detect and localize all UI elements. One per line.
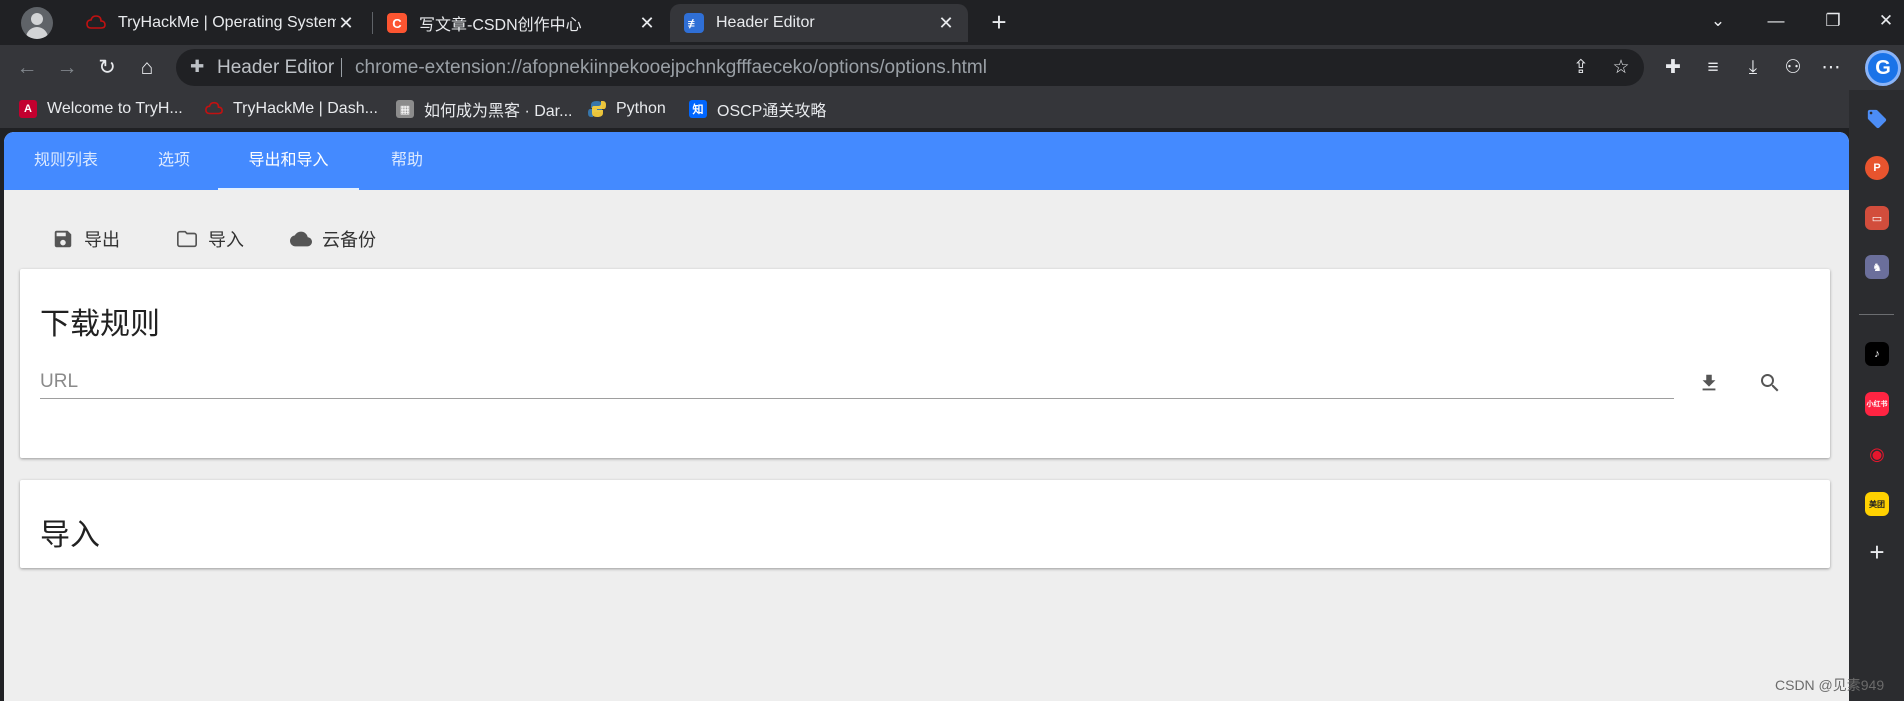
bookmark-welcome-tryhackme[interactable]: A Welcome to TryH... xyxy=(19,96,183,122)
watermark: CSDN @见素949 xyxy=(1775,677,1885,693)
bookmark-label: OSCP通关攻略 xyxy=(717,103,827,120)
download-button[interactable] xyxy=(1691,365,1727,401)
toolbox-icon[interactable]: ▭ xyxy=(1865,206,1889,230)
g-extension-icon[interactable]: G xyxy=(1865,50,1901,86)
xiaohongshu-icon[interactable]: 小红书 xyxy=(1865,392,1889,416)
bookmark-python[interactable]: Python xyxy=(588,96,666,122)
xiaohongshu-label: 小红书 xyxy=(1866,401,1888,408)
extension-options-page: 规则列表 选项 导出和导入 帮助 导出 导入 云备份 下载规则 URL 导入 xyxy=(4,132,1849,701)
forward-icon[interactable]: → xyxy=(52,53,82,83)
download-icon[interactable]: ⤓ xyxy=(1740,55,1766,81)
import-button[interactable]: 导入 xyxy=(174,224,244,254)
more-menu-icon[interactable]: ⋯ xyxy=(1818,55,1844,81)
address-separator xyxy=(341,58,342,77)
edge-sidebar: P ▭ ♞ ♪ 小红书 ◉ 美团 + xyxy=(1849,90,1904,701)
browser-window: TryHackMe | Operating System ✕ C 写文章-CSD… xyxy=(0,0,1904,701)
cloud-backup-button[interactable]: 云备份 xyxy=(288,224,376,254)
tab-rule-list[interactable]: 规则列表 xyxy=(16,132,116,190)
address-bar[interactable]: ✚ Header Editor chrome-extension://afopn… xyxy=(176,49,1644,86)
download-rules-card: 下载规则 xyxy=(20,269,1830,458)
close-tab-icon[interactable]: ✕ xyxy=(336,13,356,33)
tryhackme-cloud-icon xyxy=(86,13,106,33)
tab-title: TryHackMe | Operating System xyxy=(118,14,336,31)
tab-export-import[interactable]: 导出和导入 xyxy=(218,132,359,190)
tab-header-editor[interactable]: ≢ Header Editor ✕ xyxy=(670,4,968,42)
import-card: 导入 xyxy=(20,480,1830,568)
bookmark-oscp[interactable]: 知 OSCP通关攻略 xyxy=(689,96,826,122)
import-card-title: 导入 xyxy=(40,519,100,552)
save-icon xyxy=(50,226,76,252)
extensions-icon[interactable]: ✚ xyxy=(1660,55,1686,81)
close-tab-icon[interactable]: ✕ xyxy=(637,13,657,33)
bookmark-tryhackme-dashboard[interactable]: TryHackMe | Dash... xyxy=(205,96,378,122)
import-label: 导入 xyxy=(208,230,244,250)
tab-tryhackme[interactable]: TryHackMe | Operating System ✕ xyxy=(72,4,368,42)
meituan-icon[interactable]: 美团 xyxy=(1865,492,1889,516)
games-icon[interactable]: ♞ xyxy=(1865,255,1889,279)
app-navigation: 规则列表 选项 导出和导入 帮助 xyxy=(4,132,1849,190)
office-icon[interactable]: P xyxy=(1865,156,1889,180)
bookmarks-bar: A Welcome to TryH... TryHackMe | Dash...… xyxy=(0,90,1904,128)
zhihu-icon: 知 xyxy=(689,100,707,118)
toolbar: ← → ↻ ⌂ ✚ Header Editor chrome-extension… xyxy=(0,45,1904,90)
url-field[interactable] xyxy=(40,367,1674,399)
star-icon[interactable]: ☆ xyxy=(1609,56,1633,80)
address-bar-url[interactable]: chrome-extension://afopnekiinpekooejpchn… xyxy=(355,57,987,79)
export-label: 导出 xyxy=(84,230,120,250)
tab-title: Header Editor xyxy=(716,14,815,31)
bookmark-label: 如何成为黑客 · Dar... xyxy=(424,103,573,120)
puzzle-piece-icon: ✚ xyxy=(190,57,205,76)
profile-settings-icon[interactable]: ⚇ xyxy=(1780,55,1806,81)
reload-icon[interactable]: ↻ xyxy=(92,53,122,83)
sidebar-divider xyxy=(1859,314,1894,315)
tab-help[interactable]: 帮助 xyxy=(372,132,442,190)
home-icon[interactable]: ⌂ xyxy=(132,53,162,83)
image-icon: ▦ xyxy=(396,100,414,118)
tag-icon[interactable] xyxy=(1865,107,1889,131)
bookmark-hacker-howto[interactable]: ▦ 如何成为黑客 · Dar... xyxy=(396,96,572,122)
minimize-button[interactable]: — xyxy=(1756,6,1796,36)
folder-icon xyxy=(174,226,200,252)
tab-options[interactable]: 选项 xyxy=(134,132,214,190)
new-tab-button[interactable]: + xyxy=(986,9,1012,35)
tab-csdn[interactable]: C 写文章-CSDN创作中心 ✕ xyxy=(373,4,669,42)
tab-search-chevron-icon[interactable]: ⌄ xyxy=(1698,6,1738,36)
search-icon xyxy=(1761,374,1779,392)
reading-list-icon[interactable]: ≡ xyxy=(1700,55,1726,81)
header-editor-icon: ≢ xyxy=(684,13,704,33)
cloud-backup-label: 云备份 xyxy=(322,230,376,250)
share-icon[interactable]: ⇪ xyxy=(1569,56,1593,80)
active-tab-indicator xyxy=(218,188,359,190)
close-tab-icon[interactable]: ✕ xyxy=(936,13,956,33)
download-rules-title: 下载规则 xyxy=(40,308,160,341)
meituan-label: 美团 xyxy=(1869,499,1885,509)
tab-title: 写文章-CSDN创作中心 xyxy=(419,17,582,34)
address-bar-site-label: Header Editor xyxy=(217,57,335,78)
add-sidebar-app-icon[interactable]: + xyxy=(1863,538,1891,566)
close-window-button[interactable]: ✕ xyxy=(1866,6,1904,36)
weibo-icon[interactable]: ◉ xyxy=(1865,442,1889,466)
tab-strip: TryHackMe | Operating System ✕ C 写文章-CSD… xyxy=(0,0,1904,45)
back-icon[interactable]: ← xyxy=(12,53,42,83)
search-button[interactable] xyxy=(1752,365,1788,401)
cloud-icon xyxy=(288,226,314,252)
angular-icon: A xyxy=(19,100,37,118)
tiktok-icon[interactable]: ♪ xyxy=(1865,342,1889,366)
restore-button[interactable]: ❐ xyxy=(1813,6,1853,36)
url-input[interactable] xyxy=(40,367,1674,397)
python-icon xyxy=(588,100,606,118)
csdn-icon: C xyxy=(387,13,407,33)
download-icon xyxy=(1702,374,1716,391)
tryhackme-cloud-icon xyxy=(205,100,223,118)
bookmark-label: Python xyxy=(616,100,666,117)
bookmark-label: Welcome to TryH... xyxy=(47,100,183,117)
profile-avatar[interactable] xyxy=(21,7,53,39)
export-button[interactable]: 导出 xyxy=(50,224,120,254)
bookmark-label: TryHackMe | Dash... xyxy=(233,100,378,117)
